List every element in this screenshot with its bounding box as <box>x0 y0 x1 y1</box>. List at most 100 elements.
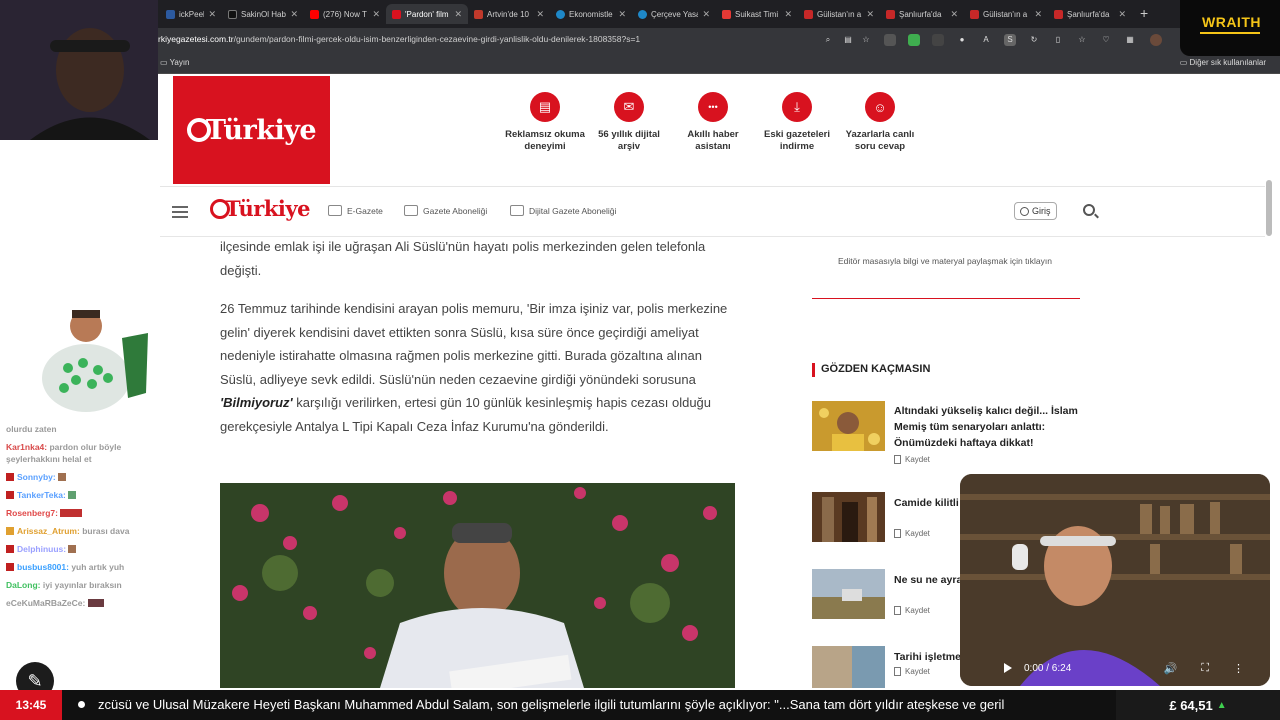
feature-archive[interactable]: ✉ 56 yıllık dijital arşiv <box>587 92 671 153</box>
bookmarks-bar: ▭ Yayın ▭ Diğer sık kullanılanlar <box>0 52 1280 74</box>
collections-icon[interactable]: ▦ <box>1124 34 1136 46</box>
more-icon[interactable]: ⋮ <box>1233 662 1244 675</box>
zoom-icon[interactable]: ⌕ <box>822 34 834 46</box>
chat-message: Sonnyby: <box>6 472 161 484</box>
close-tab-icon[interactable]: ✕ <box>866 9 874 20</box>
news-thumbnail[interactable] <box>812 646 885 688</box>
close-tab-icon[interactable]: ✕ <box>784 9 792 20</box>
close-tab-icon[interactable]: ✕ <box>454 9 462 20</box>
bookmark-icon <box>894 606 901 615</box>
chat-message: busbus8001: yuh artık yuh <box>6 562 161 574</box>
ticker-clock: 13:45 <box>0 690 62 720</box>
extension-icon[interactable] <box>932 34 944 46</box>
bookmark-icon <box>894 455 901 464</box>
save-button[interactable]: Kaydet <box>894 606 930 615</box>
sponsor-underline <box>1200 32 1260 34</box>
feature-ad-free[interactable]: ▤ Reklamsız okuma deneyimi <box>503 92 587 153</box>
browser-tab[interactable]: Artvin'de 10 ✕ <box>468 4 550 24</box>
save-button[interactable]: Kaydet <box>894 455 930 464</box>
chat-message: eCeKuMaRBaZeCe: <box>6 598 161 610</box>
user-icon <box>1020 206 1029 216</box>
save-button[interactable]: Kaydet <box>894 529 930 538</box>
feature-download[interactable]: ⤓ Eski gazeteleri indirme <box>755 92 839 153</box>
favicon-icon <box>556 9 565 19</box>
badge-icon <box>6 472 14 481</box>
play-icon[interactable] <box>1004 663 1012 673</box>
split-view-icon[interactable]: ▯ <box>1052 34 1064 46</box>
avatar[interactable] <box>1150 34 1162 46</box>
chat-message: DaLong: iyi yayınlar bıraksın <box>6 579 122 590</box>
reader-icon[interactable]: ▤ <box>842 34 854 46</box>
download-icon: ⤓ <box>782 92 812 122</box>
feature-assistant[interactable]: ••• Akıllı haber asistanı <box>671 92 755 153</box>
browser-tab[interactable]: Şanlıurfa'da ✕ <box>880 4 964 24</box>
browser-tab[interactable]: (276) Now T ✕ <box>304 4 386 24</box>
close-tab-icon[interactable]: ✕ <box>290 9 298 20</box>
star-icon[interactable]: ☆ <box>860 34 872 46</box>
news-thumbnail[interactable] <box>812 569 885 619</box>
article-paragraph: ilçesinde emlak işi ile uğraşan Ali Süsl… <box>220 239 706 278</box>
browser-tab[interactable]: Suikast Timi ✕ <box>716 4 798 24</box>
bookmark-folder-yayin[interactable]: ▭ Yayın <box>160 58 190 67</box>
url-text[interactable]: rkiyegazetesi.com.tr/gundem/pardon-filmi… <box>158 34 640 44</box>
browser-tab[interactable]: Ekonomistle ✕ <box>550 4 632 24</box>
browser-tab[interactable]: Çerçeve Yasa ✕ <box>632 4 716 24</box>
news-thumbnail[interactable] <box>812 401 885 451</box>
emote-icon <box>68 544 77 553</box>
bookmark-icon <box>894 529 901 538</box>
close-tab-icon[interactable]: ✕ <box>950 9 958 20</box>
mail-icon: ✉ <box>614 92 644 122</box>
sponsor-logo: WRAITH <box>1202 14 1261 30</box>
favorites-icon[interactable]: ☆ <box>1076 34 1088 46</box>
browser-tab[interactable]: SakinOl Hab ✕ <box>222 4 304 24</box>
nav-dijital-gazete-aboneligi[interactable]: Dijital Gazete Aboneliği <box>510 205 616 216</box>
refresh-icon[interactable]: ↻ <box>1028 34 1040 46</box>
extension-icon[interactable]: S <box>1004 34 1016 46</box>
bookmark-other-favorites[interactable]: ▭ Diğer sık kullanılanlar <box>1180 58 1266 67</box>
close-tab-icon[interactable]: ✕ <box>208 9 216 20</box>
chat-message: Arissaz_Atrum: burası dava <box>6 526 161 538</box>
browser-tab[interactable]: Şanlıurfa'da ✕ <box>1048 4 1132 24</box>
news-thumbnail[interactable] <box>812 492 885 542</box>
heart-icon[interactable]: ♡ <box>1100 34 1112 46</box>
video-controls: 0:00 / 6:24 🔊 ⛶ ⋮ <box>990 652 1252 684</box>
close-tab-icon[interactable]: ✕ <box>618 9 626 20</box>
extension-icon[interactable] <box>908 34 920 46</box>
login-button[interactable]: Giriş <box>1014 202 1057 220</box>
search-icon[interactable] <box>1083 204 1095 216</box>
browser-tab[interactable]: Gülistan'ın a ✕ <box>798 4 880 24</box>
close-tab-icon[interactable]: ✕ <box>702 9 710 20</box>
nav-gazete-aboneligi[interactable]: Gazete Aboneliği <box>404 205 487 216</box>
favicon-icon <box>970 9 979 19</box>
translate-icon[interactable]: A <box>980 34 992 46</box>
page-scrollbar[interactable] <box>1266 180 1272 236</box>
nav-e-gazete[interactable]: E-Gazete <box>328 205 383 216</box>
menu-icon[interactable] <box>172 206 188 218</box>
users-icon: ☺ <box>865 92 895 122</box>
favicon-icon <box>392 9 401 19</box>
browser-tab-active[interactable]: 'Pardon' film ✕ <box>386 4 468 24</box>
close-tab-icon[interactable]: ✕ <box>536 9 544 20</box>
close-tab-icon[interactable]: ✕ <box>1118 9 1126 20</box>
news-title[interactable]: Altındaki yükseliş kalıcı değil... İslam… <box>894 403 1084 451</box>
browser-tab[interactable]: ickPeek - R✕ <box>160 4 222 24</box>
newspaper-icon: ▤ <box>530 92 560 122</box>
fullscreen-icon[interactable]: ⛶ <box>1201 662 1209 675</box>
feature-live-qa[interactable]: ☺ Yazarlarla canlı soru cevap <box>838 92 922 153</box>
volume-icon[interactable]: 🔊 <box>1164 662 1178 675</box>
save-button[interactable]: Kaydet <box>894 667 930 676</box>
tab-bar: ickPeek - R✕ SakinOl Hab✕ (276) Now T✕ '… <box>0 0 1280 28</box>
browser-tab[interactable]: Gülistan'ın a ✕ <box>964 4 1048 24</box>
site-logo-small[interactable]: Türkiye <box>210 196 310 221</box>
close-tab-icon[interactable]: ✕ <box>372 9 380 20</box>
extension-icon[interactable]: ● <box>956 34 968 46</box>
stream-chat: olurdu zaten Kar1nka4: pardon olur böyle… <box>6 424 161 616</box>
editor-note-link[interactable]: Editör masasıyla bilgi ve materyal payla… <box>830 253 1060 269</box>
extension-icon[interactable] <box>884 34 896 46</box>
site-logo[interactable]: Türkiye <box>173 76 330 184</box>
plus-icon[interactable]: + <box>1140 5 1148 21</box>
address-bar[interactable]: rkiyegazetesi.com.tr/gundem/pardon-filmi… <box>0 28 1280 52</box>
favicon-icon <box>804 9 813 19</box>
close-tab-icon[interactable]: ✕ <box>1034 9 1042 20</box>
favicon-icon <box>722 9 731 19</box>
